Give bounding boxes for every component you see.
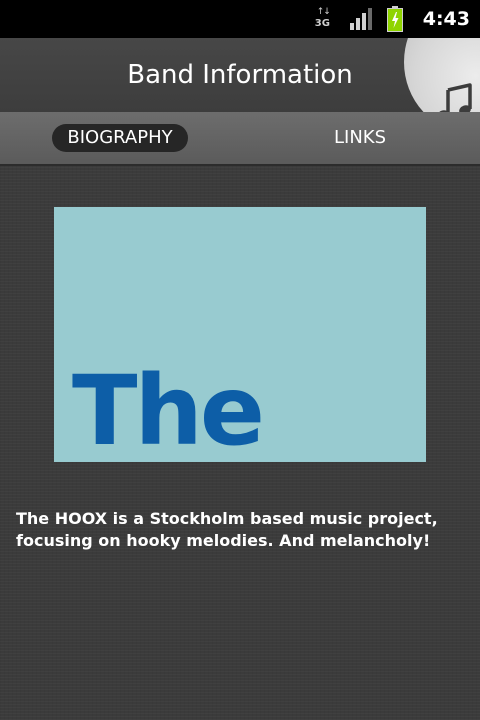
tab-bar: BIOGRAPHY LINKS (0, 112, 480, 164)
network-type: 3G (314, 18, 330, 29)
tab-bar-divider (0, 164, 480, 166)
battery-icon (386, 6, 403, 32)
status-icons: ↑↓ 3G 4:43 (313, 0, 480, 38)
tab-links[interactable]: LINKS (302, 124, 418, 152)
title-bar: Band Information (0, 38, 480, 112)
band-image: The (54, 207, 426, 462)
status-bar: ↑↓ 3G 4:43 (0, 0, 480, 38)
status-clock: 4:43 (422, 8, 470, 30)
network-arrows: ↑↓ (316, 7, 331, 17)
band-image-text: The (72, 355, 265, 462)
music-note-icon (437, 83, 472, 112)
network-3g-icon: ↑↓ 3G (313, 7, 339, 31)
tab-biography[interactable]: BIOGRAPHY (52, 124, 188, 152)
band-description: The HOOX is a Stockholm based music proj… (16, 509, 438, 550)
signal-icon (349, 8, 372, 30)
